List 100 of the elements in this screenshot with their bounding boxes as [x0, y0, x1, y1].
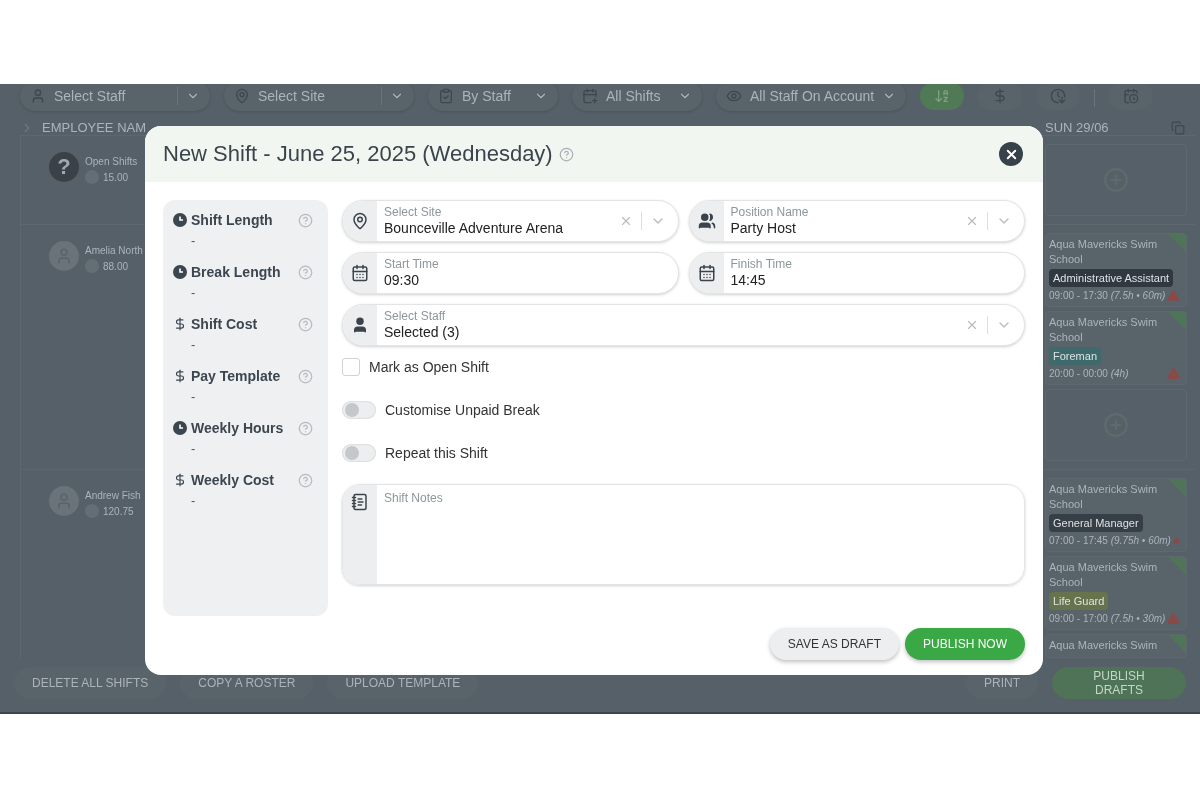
summary-value: -: [191, 492, 197, 508]
help-icon[interactable]: [298, 420, 313, 436]
filter-icon: [234, 88, 250, 104]
shift-site: Aqua Mavericks Swim School: [1049, 560, 1159, 590]
shift-time: 09:00 - 17:30 (7.5h • 60m): [1049, 290, 1166, 301]
position-tag: General Manager: [1049, 514, 1143, 532]
dollar-icon: [173, 473, 187, 487]
people-icon: [697, 212, 716, 230]
shift-time: 09:00 - 17:00 (7.5h • 30m): [1049, 613, 1166, 624]
employee-hours: 120.75: [103, 505, 134, 517]
shift-site: Aqua Mavericks Swim School: [1049, 315, 1159, 345]
notes-field[interactable]: Shift Notes: [342, 484, 1025, 585]
filter-select[interactable]: Select Site: [224, 84, 414, 111]
shift-site: Aqua Mavericks Swim: [1049, 638, 1159, 653]
select-field[interactable]: Position Name Party Host: [688, 200, 1025, 242]
summary-value: -: [191, 388, 197, 404]
filter-icon: [582, 88, 598, 104]
copy-icon[interactable]: [1171, 120, 1185, 135]
help-icon[interactable]: [298, 472, 313, 488]
filter-select[interactable]: All Shifts: [572, 84, 702, 111]
shift-card[interactable]: Aqua Mavericks Swim School Life Guard 09:00 - 17:00 (7.5h • 30m): [1045, 556, 1187, 630]
dialog-title: New Shift - June 25, 2025 (Wednesday): [163, 141, 553, 167]
clock-icon: [173, 421, 187, 435]
option-label: Mark as Open Shift: [369, 359, 489, 375]
help-icon[interactable]: [298, 212, 313, 228]
summary-value: -: [191, 232, 197, 248]
employee-name: Open Shifts: [85, 156, 138, 167]
summary-label: Pay Template: [191, 368, 282, 384]
employee-hours: 88.00: [103, 260, 129, 272]
summary-label: Break Length: [191, 264, 282, 280]
day-header: SUN 29/06: [1045, 120, 1109, 135]
field-value: Selected (3): [384, 323, 461, 341]
summary-value: -: [191, 284, 197, 300]
shift-card[interactable]: Aqua Mavericks Swim: [1045, 634, 1187, 658]
filter-select[interactable]: Select Staff: [20, 84, 210, 111]
person-icon: [351, 316, 369, 334]
select-field[interactable]: Select Staff Selected (3): [342, 304, 1025, 346]
summary-value: -: [191, 440, 197, 456]
checkbox[interactable]: [342, 358, 360, 376]
field-label: Select Site: [384, 205, 443, 219]
position-tag: Life Guard: [1049, 592, 1109, 610]
dollar-icon: [173, 317, 187, 331]
shift-card[interactable]: Aqua Mavericks Swim School Foreman 20:00 - 00:00 (4h): [1045, 311, 1187, 385]
time-field[interactable]: Start Time 09:30: [342, 252, 679, 294]
shift-card[interactable]: Aqua Mavericks Swim School Administrative Assistant 09:00 - 17:30 (7.5h • 60m): [1045, 233, 1187, 307]
field-label: Start Time: [384, 257, 440, 271]
field-value: 09:30: [384, 271, 421, 289]
corner-marker: [1168, 557, 1186, 575]
position-tag: Foreman: [1049, 347, 1102, 365]
publish-button[interactable]: PUBLISH DRAFTS: [1052, 667, 1186, 699]
calendar-icon: [697, 264, 716, 282]
filter-select[interactable]: All Staff On Account: [716, 84, 907, 111]
shift-card[interactable]: Aqua Mavericks Swim School General Manager 07:00 - 17:45 (9.75h • 60m): [1045, 478, 1187, 552]
field-value: 14:45: [730, 271, 767, 289]
employee-hours: 15.00: [103, 171, 129, 183]
filter-icon: [30, 88, 46, 104]
toggle-switch[interactable]: [342, 401, 376, 419]
publish-button[interactable]: PUBLISH NOW: [905, 628, 1025, 660]
field-label: Select Staff: [384, 309, 447, 323]
toggle-switch[interactable]: [342, 444, 376, 462]
corner-marker: [1168, 312, 1186, 330]
shift-time: 07:00 - 17:45 (9.75h • 60m): [1049, 535, 1171, 546]
shift-time: 20:00 - 00:00 (4h): [1049, 368, 1129, 379]
summary-value: -: [191, 336, 197, 352]
clear-icon[interactable]: [965, 214, 979, 228]
help-icon[interactable]: [298, 264, 313, 280]
filter-icon: [726, 88, 742, 104]
option-label: Customise Unpaid Break: [385, 402, 540, 418]
summary-label: Weekly Cost: [191, 472, 275, 488]
close-button[interactable]: [999, 142, 1023, 166]
shift-site: Aqua Mavericks Swim School: [1049, 482, 1159, 512]
employee-name: Amelia North: [85, 245, 143, 256]
time-field[interactable]: Finish Time 14:45: [688, 252, 1025, 294]
position-tag: Administrative Assistant: [1049, 269, 1174, 287]
open-shift-avatar: ?: [49, 152, 79, 182]
notes-icon: [351, 493, 369, 511]
field-value: Party Host: [730, 219, 797, 237]
filter-icon: [438, 88, 454, 104]
dollar-icon: [173, 369, 187, 383]
select-field[interactable]: Select Site Bounceville Adventure Arena: [342, 200, 679, 242]
field-label: Finish Time: [730, 257, 793, 271]
clock-icon: [173, 213, 187, 227]
clear-icon[interactable]: [965, 318, 979, 332]
summary-label: Weekly Hours: [191, 420, 285, 436]
help-icon[interactable]: [558, 146, 574, 162]
calendar-icon: [351, 264, 369, 282]
help-icon[interactable]: [298, 316, 313, 332]
field-value: Bounceville Adventure Arena: [384, 219, 564, 237]
filter-select[interactable]: By Staff: [428, 84, 558, 111]
help-icon[interactable]: [298, 368, 313, 384]
employee-name: Andrew Fish: [85, 490, 141, 501]
location-pin-icon: [351, 212, 369, 230]
corner-marker: [1168, 479, 1186, 497]
field-label: Position Name: [730, 205, 810, 219]
summary-label: Shift Cost: [191, 316, 259, 332]
clock-icon: [173, 265, 187, 279]
calendar-icon: [1123, 88, 1140, 104]
save-draft-button[interactable]: SAVE AS DRAFT: [769, 628, 899, 660]
sort-az-icon: [934, 88, 951, 104]
sort-view-button[interactable]: [920, 84, 965, 110]
